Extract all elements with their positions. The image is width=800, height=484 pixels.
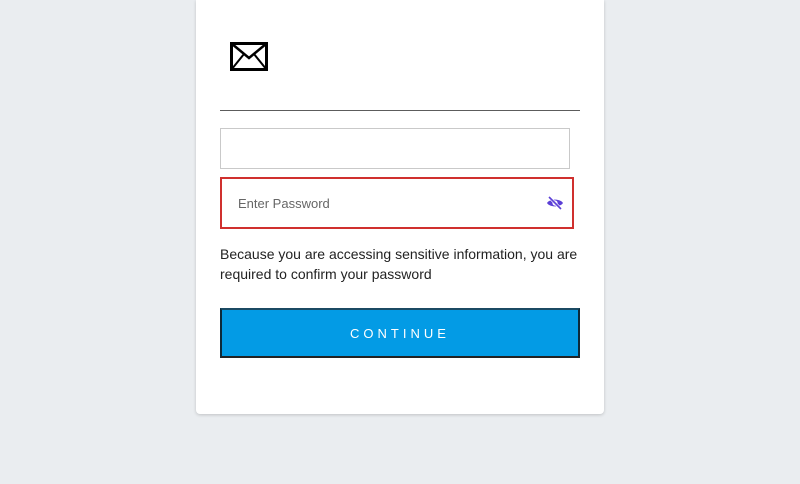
envelope-icon: [230, 42, 268, 71]
login-card: Because you are accessing sensitive info…: [196, 0, 604, 414]
password-field-wrapper: [220, 177, 574, 229]
header-divider: [220, 110, 580, 111]
eye-slash-icon[interactable]: [544, 192, 566, 214]
email-field[interactable]: [220, 128, 570, 169]
continue-button[interactable]: CONTINUE: [220, 308, 580, 358]
password-input[interactable]: [222, 179, 522, 227]
confirm-password-help-text: Because you are accessing sensitive info…: [220, 246, 578, 282]
